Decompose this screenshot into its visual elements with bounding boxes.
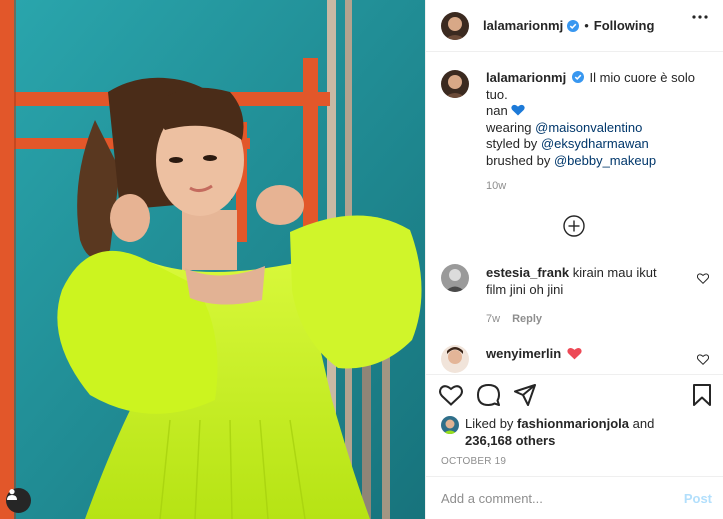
liked-by-label: Liked by [465,416,514,431]
post-header: lalamarionmj • Following [426,0,723,52]
add-comment-bar: Post [426,476,723,519]
reply-button[interactable]: Reply [512,311,542,328]
caption-username[interactable]: lalamarionmj [486,70,566,85]
avatar-image [441,264,469,292]
styled-label: styled by [486,136,538,151]
comments-list[interactable]: lalamarionmj Il mio cuore è solo tuo. na… [426,53,723,374]
caption-body: lalamarionmj Il mio cuore è solo tuo. na… [486,70,708,195]
comment-icon[interactable] [477,384,500,406]
likes-conjunction: and [632,416,655,431]
header-separator: • [584,18,589,33]
tagged-users-button[interactable] [6,488,31,513]
action-icons [439,384,536,406]
avatar-image [441,70,469,98]
post-comment-button[interactable]: Post [684,491,712,506]
avatar[interactable] [441,11,469,40]
likes-count-link[interactable]: 236,168 others [465,433,555,448]
avatar-image [441,11,469,40]
caption-line2: nan [486,103,508,118]
comment-username[interactable]: wenyimerlin [486,346,561,361]
post-date[interactable]: OCTOBER 19 [441,456,506,467]
heart-icon[interactable] [697,354,709,365]
likes-text: Liked by fashionmarionjola and 236,168 o… [465,415,654,449]
comment-username[interactable]: estesia_frank [486,265,569,280]
verified-badge-icon [571,71,584,83]
user-icon [7,489,17,500]
heart-icon[interactable] [439,384,463,406]
ellipsis-icon[interactable] [692,15,708,19]
comment-meta: 7w Reply [486,311,676,328]
wearing-mention-link[interactable]: @maisonvalentino [535,120,642,135]
photo-illustration [0,0,425,519]
header-username[interactable]: lalamarionmj [483,18,563,33]
caption-age: 10w [486,180,507,192]
comment-avatar[interactable] [441,264,469,292]
comment-age: 7w [486,313,501,325]
comment-body: estesia_frank kirain mau ikut film jini … [486,264,676,328]
liker-username-link[interactable]: fashionmarionjola [517,416,629,431]
red-heart-icon [567,348,582,360]
comment-input[interactable] [441,490,661,506]
heart-icon[interactable] [697,273,709,284]
likes-summary: Liked by fashionmarionjola and 236,168 o… [441,415,711,449]
avatar-image [441,345,469,373]
following-button[interactable]: Following [594,18,655,33]
share-icon[interactable] [514,384,536,406]
bookmark-icon[interactable] [692,384,712,406]
blue-heart-icon [511,104,525,116]
verified-badge-icon [567,19,580,32]
save-button[interactable] [692,384,712,406]
styled-mention-link[interactable]: @eksydharmawan [541,136,649,151]
post-sidebar: lalamarionmj • Following lalamarionmj Il… [425,0,723,519]
liker-avatar[interactable] [441,416,459,434]
comment-body: wenyimerlin [486,345,676,373]
wearing-label: wearing [486,119,532,135]
instagram-post: lalamarionmj • Following lalamarionmj Il… [0,0,723,519]
comment-item: estesia_frank kirain mau ikut film jini … [441,264,709,328]
action-bar: Liked by fashionmarionjola and 236,168 o… [426,374,723,467]
post-photo[interactable] [0,0,425,519]
caption-avatar[interactable] [441,70,469,98]
caption: lalamarionmj Il mio cuore è solo tuo. na… [441,70,708,195]
avatar-image [441,416,459,434]
plus-circle-icon[interactable] [563,215,585,237]
brushed-mention-link[interactable]: @bebby_makeup [554,153,656,168]
brushed-label: brushed by [486,152,551,168]
comment-avatar[interactable] [441,345,469,373]
comment-item: wenyimerlin [441,345,709,373]
